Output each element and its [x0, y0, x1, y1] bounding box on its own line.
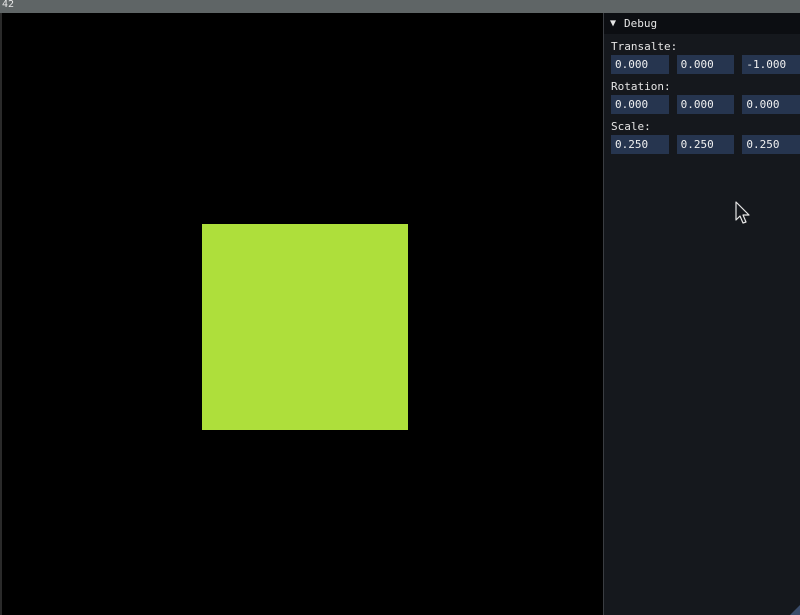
window-titlebar[interactable]: 42 — [0, 0, 800, 13]
translate-y-field[interactable]: 0.000 — [676, 55, 735, 74]
window-title: 42 — [2, 0, 15, 10]
translate-z-field[interactable]: -1.000 — [742, 55, 800, 74]
scale-z-field[interactable]: 0.250 — [742, 135, 800, 154]
debug-window-header[interactable]: ▼ Debug — [604, 13, 800, 34]
debug-window[interactable]: ▼ Debug Transalte: 0.000 0.000 -1.000 Ro… — [603, 13, 800, 615]
triangle-down-icon[interactable]: ▼ — [610, 18, 616, 29]
rotation-x-field[interactable]: 0.000 — [611, 95, 669, 114]
rotation-y-field[interactable]: 0.000 — [676, 95, 735, 114]
translate-row: 0.000 0.000 -1.000 — [611, 55, 800, 74]
scale-x-field[interactable]: 0.250 — [611, 135, 669, 154]
mouse-cursor-icon — [735, 201, 750, 224]
rendered-quad — [202, 224, 408, 430]
rotation-label: Rotation: — [611, 80, 671, 93]
translate-label: Transalte: — [611, 40, 678, 53]
rotation-z-field[interactable]: 0.000 — [742, 95, 800, 114]
scale-label: Scale: — [611, 120, 651, 133]
scale-row: 0.250 0.250 0.250 — [611, 135, 800, 154]
scale-y-field[interactable]: 0.250 — [676, 135, 735, 154]
rotation-row: 0.000 0.000 0.000 — [611, 95, 800, 114]
debug-window-title: Debug — [624, 17, 658, 30]
resize-grip-icon[interactable] — [790, 605, 800, 615]
translate-x-field[interactable]: 0.000 — [611, 55, 669, 74]
